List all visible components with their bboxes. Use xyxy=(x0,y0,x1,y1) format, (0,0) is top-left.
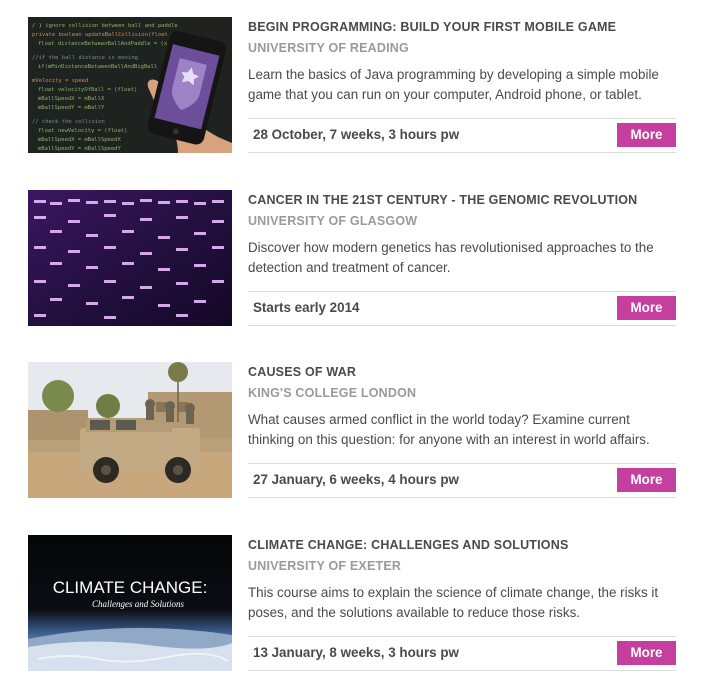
course-title[interactable]: CANCER IN THE 21ST CENTURY - THE GENOMIC… xyxy=(248,193,637,207)
dna-gel-image[interactable] xyxy=(28,190,232,326)
svg-text:mBallSpeedX = mBallX: mBallSpeedX = mBallX xyxy=(38,96,105,102)
course-schedule: 27 January, 6 weeks, 4 hours pw xyxy=(253,472,459,487)
more-button[interactable]: More xyxy=(617,468,676,492)
course-info: CANCER IN THE 21ST CENTURY - THE GENOMIC… xyxy=(248,190,676,326)
course-info: CAUSES OF WAR KING'S COLLEGE LONDON What… xyxy=(248,362,676,498)
more-button[interactable]: More xyxy=(617,296,676,320)
image-caption-subtitle: Challenges and Solutions xyxy=(92,599,184,609)
image-caption-title: CLIMATE CHANGE: xyxy=(53,578,208,597)
course-title[interactable]: CAUSES OF WAR xyxy=(248,365,356,379)
course-description: What causes armed conflict in the world … xyxy=(248,412,650,447)
course-info: CLIMATE CHANGE: CHALLENGES AND SOLUTIONS… xyxy=(248,535,676,671)
military-vehicle-image[interactable] xyxy=(28,362,232,498)
svg-text:mBallSpeedY = mBallSpeedY: mBallSpeedY = mBallSpeedY xyxy=(38,146,121,152)
svg-text:mBallSpeedY = mBallY: mBallSpeedY = mBallY xyxy=(38,105,105,111)
course-meta-bar: Starts early 2014 More xyxy=(248,291,676,326)
course-description: This course aims to explain the science … xyxy=(248,585,659,620)
course-university[interactable]: UNIVERSITY OF READING xyxy=(248,41,409,55)
course-meta-bar: 13 January, 8 weeks, 3 hours pw More xyxy=(248,636,676,671)
svg-text:private boolean updateBallColl: private boolean updateBallCollision(floa… xyxy=(32,32,178,38)
course-university[interactable]: UNIVERSITY OF GLASGOW xyxy=(248,214,417,228)
course-description: Learn the basics of Java programming by … xyxy=(248,67,659,102)
svg-text:if(mMinDistanceBetweenBallAndB: if(mMinDistanceBetweenBallAndBigBall xyxy=(38,64,157,70)
course-meta-bar: 27 January, 6 weeks, 4 hours pw More xyxy=(248,463,676,498)
svg-text:float velocityOfBall = (float): float velocityOfBall = (float) xyxy=(38,87,137,93)
course-card: CANCER IN THE 21ST CENTURY - THE GENOMIC… xyxy=(28,190,676,326)
svg-text:float newVelocity = (float): float newVelocity = (float) xyxy=(38,128,127,134)
course-info: BEGIN PROGRAMMING: BUILD YOUR FIRST MOBI… xyxy=(248,17,676,153)
course-schedule: Starts early 2014 xyxy=(253,300,360,315)
svg-text://if the ball distance is movi: //if the ball distance is moving xyxy=(32,55,138,61)
course-meta-bar: 28 October, 7 weeks, 3 hours pw More xyxy=(248,118,676,153)
svg-text:float distanceBetweenBallAndPa: float distanceBetweenBallAndPaddle = (x xyxy=(38,41,168,47)
course-card: CAUSES OF WAR KING'S COLLEGE LONDON What… xyxy=(28,362,676,498)
course-university[interactable]: KING'S COLLEGE LONDON xyxy=(248,386,416,400)
svg-text:mBallSpeedX = mBallSpeedX: mBallSpeedX = mBallSpeedX xyxy=(38,137,121,143)
svg-text:mVelocity = speed: mVelocity = speed xyxy=(32,78,88,84)
course-title[interactable]: CLIMATE CHANGE: CHALLENGES AND SOLUTIONS xyxy=(248,538,569,552)
course-title[interactable]: BEGIN PROGRAMMING: BUILD YOUR FIRST MOBI… xyxy=(248,20,616,34)
course-description: Discover how modern genetics has revolut… xyxy=(248,240,654,275)
more-button[interactable]: More xyxy=(617,641,676,665)
course-card: / } ignore collision between ball and pa… xyxy=(28,17,676,153)
course-schedule: 13 January, 8 weeks, 3 hours pw xyxy=(253,645,459,660)
svg-text:/ } ignore collision between b: / } ignore collision between ball and pa… xyxy=(32,23,178,29)
earth-horizon-image[interactable]: CLIMATE CHANGE: Challenges and Solutions xyxy=(28,535,232,671)
course-card: CLIMATE CHANGE: Challenges and Solutions… xyxy=(28,535,676,671)
course-schedule: 28 October, 7 weeks, 3 hours pw xyxy=(253,127,460,142)
phone-code-image[interactable]: / } ignore collision between ball and pa… xyxy=(28,17,232,153)
course-university[interactable]: UNIVERSITY OF EXETER xyxy=(248,559,401,573)
more-button[interactable]: More xyxy=(617,123,676,147)
svg-text:// check the collision: // check the collision xyxy=(32,119,105,125)
